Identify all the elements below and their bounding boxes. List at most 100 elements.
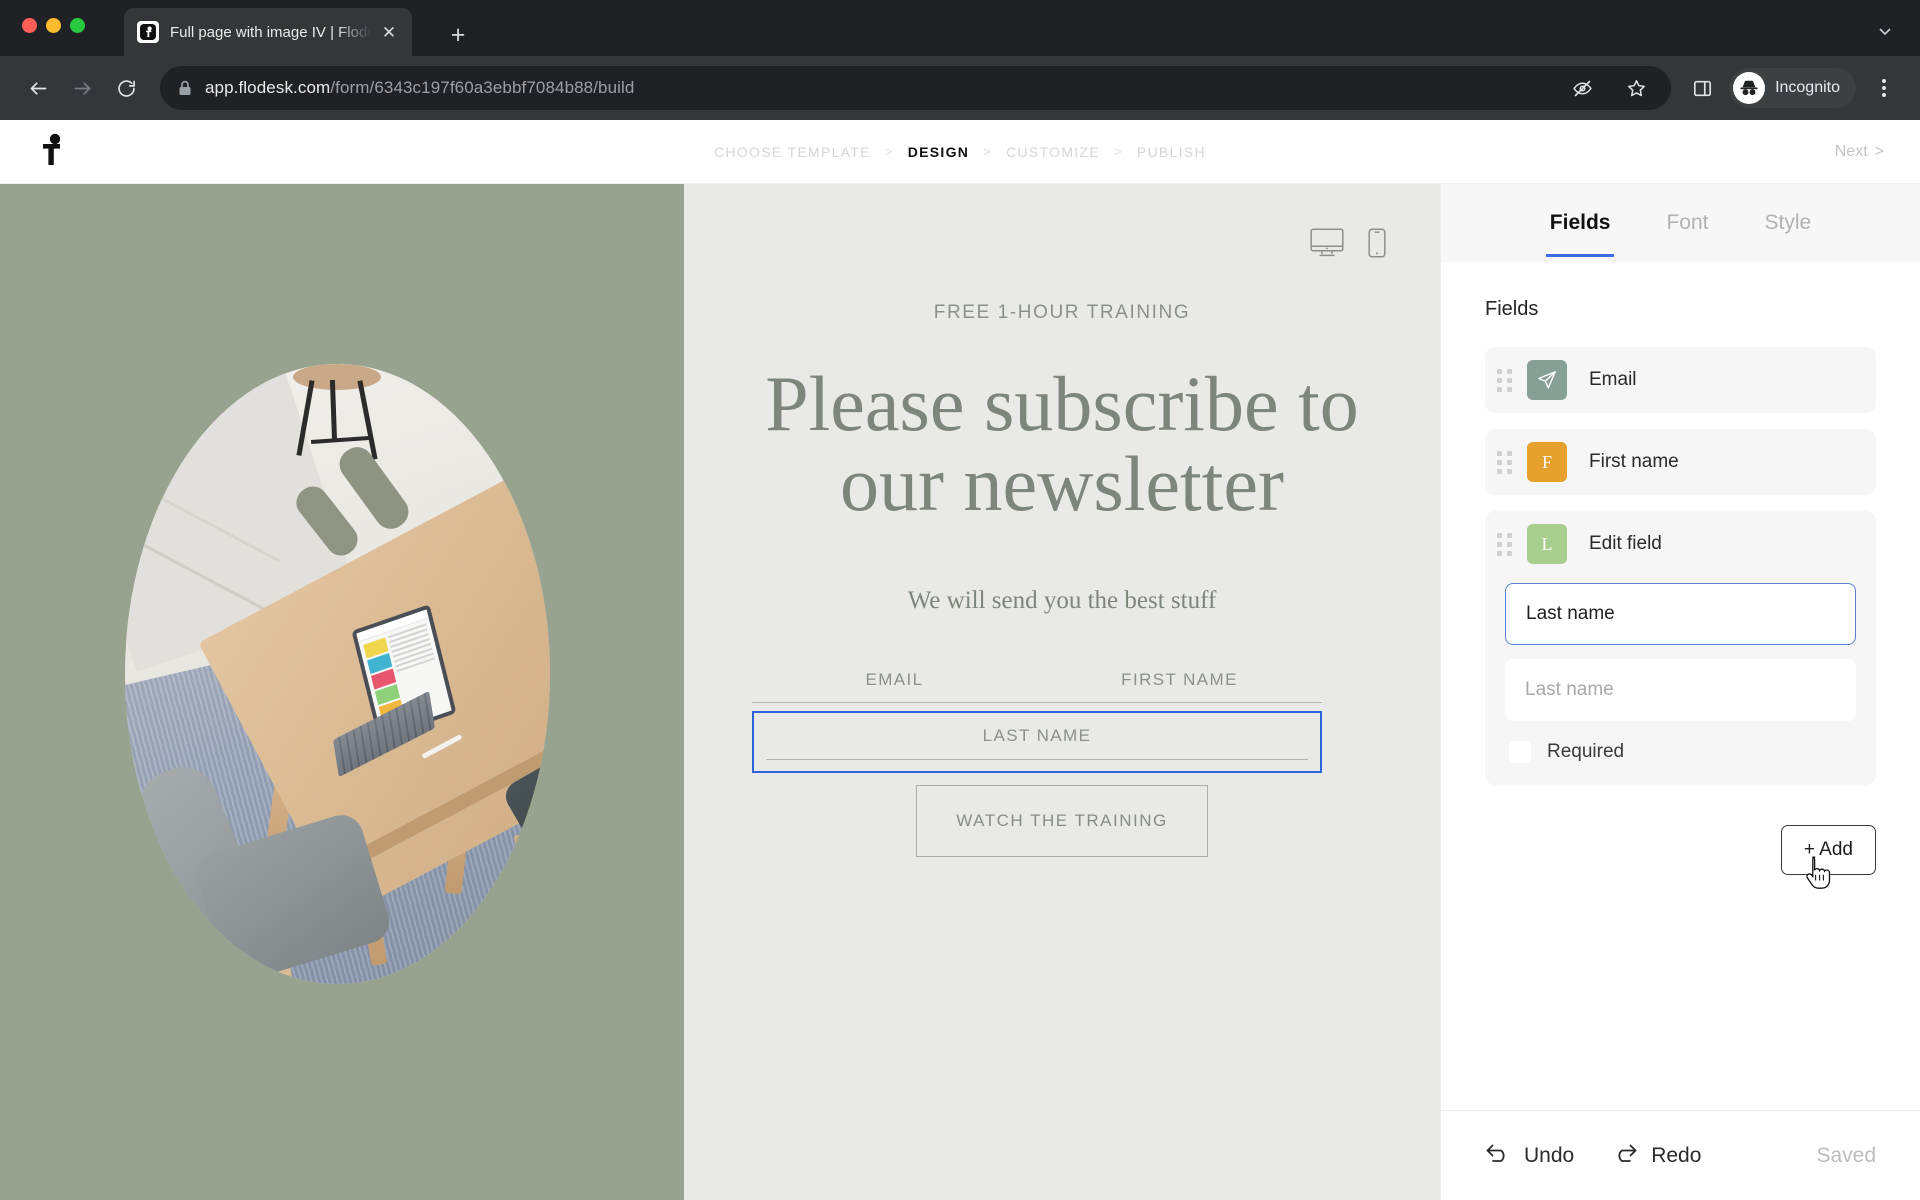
undo-button[interactable]: Undo — [1485, 1142, 1574, 1170]
required-toggle-row[interactable]: Required — [1505, 741, 1856, 763]
address-bar-actions — [1565, 71, 1657, 105]
form-headline[interactable]: Please subscribe to our newsletter — [752, 364, 1372, 523]
browser-titlebar: Full page with image IV | Flodesk ✕ + — [0, 0, 1920, 56]
step-separator: > — [1113, 144, 1123, 159]
app-body: FREE 1-HOUR TRAINING Please subscribe to… — [0, 184, 1920, 1200]
field-underline — [766, 759, 1308, 761]
field-label-input[interactable]: Last name — [1505, 583, 1856, 645]
flodesk-logo[interactable] — [40, 132, 66, 171]
lock-icon — [178, 80, 192, 96]
address-bar-domain: app.flodesk.com — [205, 78, 331, 97]
editor-panel-tabs: Fields Font Style — [1441, 184, 1920, 262]
tab-font[interactable]: Font — [1662, 189, 1712, 257]
field-card-edit-label: Edit field — [1589, 533, 1662, 554]
incognito-avatar-icon — [1733, 72, 1766, 104]
forward-arrow-icon[interactable] — [62, 68, 102, 108]
field-card-first-name-label: First name — [1589, 451, 1679, 472]
device-preview-toggle — [1310, 228, 1386, 258]
redo-button[interactable]: Redo — [1612, 1142, 1701, 1170]
form-fields-row: EMAIL FIRST NAME LAST NAME — [752, 670, 1322, 774]
step-separator: > — [983, 144, 993, 159]
kebab-menu-icon[interactable] — [1866, 70, 1902, 106]
form-canvas: FREE 1-HOUR TRAINING Please subscribe to… — [684, 184, 1440, 1200]
field-card-last-name[interactable]: L Edit field Last name Last name Require… — [1485, 511, 1876, 785]
paper-plane-icon — [1527, 360, 1567, 400]
field-card-header[interactable]: L Edit field — [1485, 511, 1876, 577]
form-field-email-label: EMAIL — [865, 670, 924, 690]
chevron-right-icon: > — [1874, 142, 1884, 160]
step-separator: > — [884, 144, 894, 159]
wizard-steps: CHOOSE TEMPLATE > DESIGN > CUSTOMIZE > P… — [714, 144, 1206, 160]
app-header: CHOOSE TEMPLATE > DESIGN > CUSTOMIZE > P… — [0, 120, 1920, 184]
form-cta-button[interactable]: WATCH THE TRAINING — [916, 785, 1208, 858]
wizard-step-customize[interactable]: CUSTOMIZE — [1006, 144, 1100, 160]
eye-slash-icon[interactable] — [1565, 71, 1599, 105]
field-edit-form: Last name Last name Required — [1485, 577, 1876, 785]
undo-label: Undo — [1524, 1143, 1575, 1167]
new-tab-icon[interactable]: + — [443, 20, 473, 50]
save-status: Saved — [1816, 1143, 1876, 1167]
profile-incognito-button[interactable]: Incognito — [1729, 68, 1856, 108]
address-bar-url: app.flodesk.com/form/6343c197f60a3ebbf70… — [205, 78, 634, 98]
tab-fields[interactable]: Fields — [1545, 189, 1615, 257]
profile-label: Incognito — [1775, 79, 1840, 96]
side-panel-icon[interactable] — [1685, 71, 1719, 105]
browser-toolbar: app.flodesk.com/form/6343c197f60a3ebbf70… — [0, 56, 1920, 120]
wizard-step-design[interactable]: DESIGN — [908, 144, 969, 160]
field-letter-badge: F — [1527, 442, 1567, 482]
wizard-step-publish[interactable]: PUBLISH — [1137, 144, 1206, 160]
redo-arrow-icon — [1612, 1142, 1638, 1170]
minimize-window-button[interactable] — [46, 18, 61, 33]
browser-tab-title: Full page with image IV | Flodesk — [170, 23, 372, 41]
close-icon[interactable]: ✕ — [376, 19, 402, 45]
maximize-window-button[interactable] — [70, 18, 85, 33]
form-field-last-name-selected[interactable]: LAST NAME — [752, 711, 1322, 774]
next-button-label: Next — [1834, 142, 1868, 160]
wizard-step-choose-template[interactable]: CHOOSE TEMPLATE — [714, 144, 871, 160]
field-card-header[interactable]: F First name — [1485, 429, 1876, 495]
field-letter-badge: L — [1527, 524, 1567, 564]
address-bar-path: /form/6343c197f60a3ebbf7084b88/build — [330, 78, 635, 97]
field-placeholder-input[interactable]: Last name — [1505, 659, 1856, 721]
mobile-icon[interactable] — [1368, 228, 1386, 258]
form-hero-image[interactable] — [125, 364, 550, 984]
drag-handle-icon[interactable] — [1497, 450, 1515, 474]
form-field-first-name-label: FIRST NAME — [1121, 670, 1238, 690]
close-window-button[interactable] — [22, 18, 37, 33]
form-preview-content: FREE 1-HOUR TRAINING Please subscribe to… — [752, 302, 1372, 858]
form-field-last-name-label: LAST NAME — [982, 726, 1092, 746]
editor-panel: Fields Font Style Fields Email F First n… — [1440, 184, 1920, 1200]
browser-window: Full page with image IV | Flodesk ✕ + ap… — [0, 0, 1920, 1200]
form-image-pane[interactable] — [0, 184, 684, 1200]
window-traffic-lights — [22, 18, 85, 33]
required-checkbox[interactable] — [1509, 741, 1531, 763]
field-underline — [1037, 702, 1322, 704]
next-button[interactable]: Next > — [1835, 143, 1884, 161]
flodesk-favicon-icon — [137, 21, 159, 43]
add-field-row: + Add — [1485, 825, 1876, 889]
editor-panel-footer: Undo Redo Saved — [1441, 1110, 1920, 1200]
field-card-email[interactable]: Email — [1485, 347, 1876, 413]
field-card-header[interactable]: Email — [1485, 347, 1876, 413]
editor-panel-body: Fields Email F First name L Edit field L… — [1441, 262, 1920, 1110]
fields-section-heading: Fields — [1485, 298, 1539, 320]
drag-handle-icon[interactable] — [1497, 368, 1515, 392]
mouse-cursor-pointer — [1802, 854, 1832, 897]
form-field-first-name[interactable]: FIRST NAME — [1037, 670, 1322, 704]
star-icon[interactable] — [1619, 71, 1653, 105]
drag-handle-icon[interactable] — [1497, 532, 1515, 556]
browser-tab[interactable]: Full page with image IV | Flodesk ✕ — [124, 8, 412, 56]
reload-icon[interactable] — [106, 68, 146, 108]
address-bar[interactable]: app.flodesk.com/form/6343c197f60a3ebbf70… — [160, 66, 1672, 110]
workspace-photo — [125, 364, 550, 984]
form-subline[interactable]: We will send you the best stuff — [752, 587, 1372, 615]
form-field-email[interactable]: EMAIL — [752, 670, 1037, 704]
desktop-icon[interactable] — [1310, 228, 1344, 258]
undo-arrow-icon — [1485, 1142, 1511, 1170]
form-eyebrow-text[interactable]: FREE 1-HOUR TRAINING — [752, 302, 1372, 324]
required-label: Required — [1547, 741, 1625, 762]
field-card-first-name[interactable]: F First name — [1485, 429, 1876, 495]
back-arrow-icon[interactable] — [18, 68, 58, 108]
tab-style[interactable]: Style — [1761, 189, 1816, 257]
chevron-down-icon[interactable] — [1870, 16, 1900, 46]
